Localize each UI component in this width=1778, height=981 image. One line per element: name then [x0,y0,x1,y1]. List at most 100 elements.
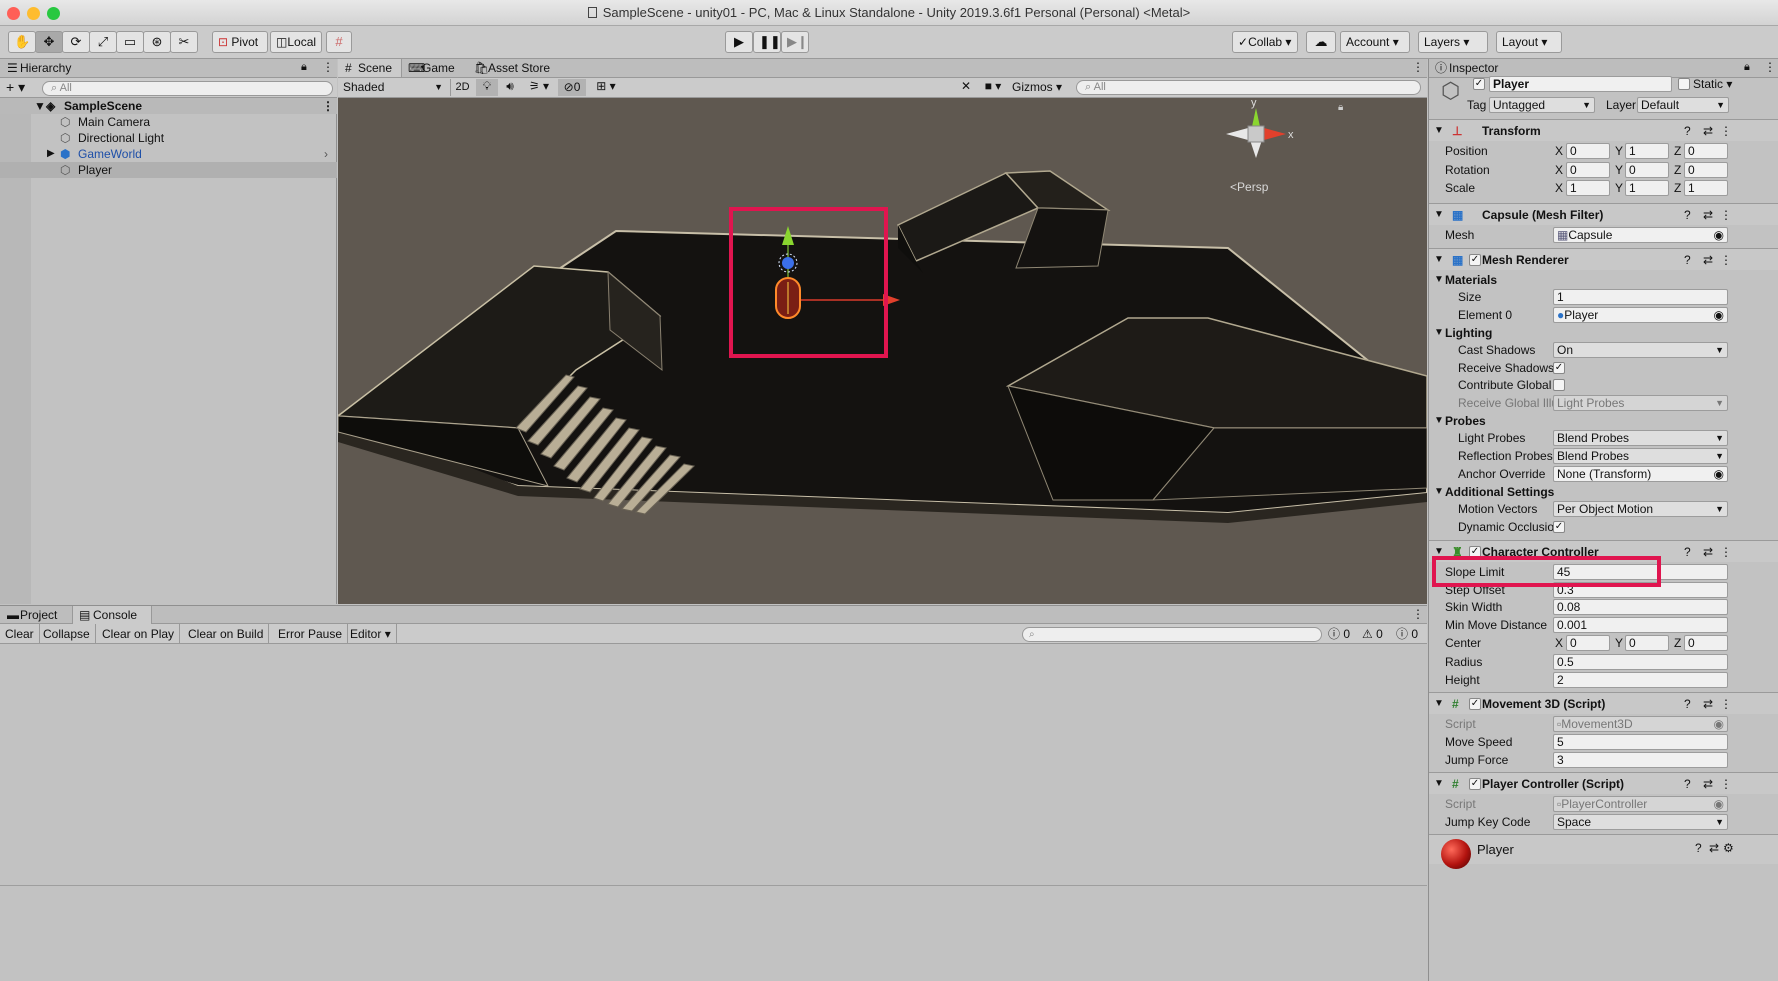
tag-dropdown[interactable]: Untagged ▼ [1489,97,1595,113]
contribute-gi-checkbox[interactable] [1553,379,1565,391]
material-preview-header[interactable]: Player ? ⇄ ⚙ [1429,834,1778,869]
log-count-toggle[interactable]: ⓘ 0 [1328,624,1358,644]
camera-dropdown[interactable]: ■ ▾ [979,79,1007,96]
help-icon[interactable]: ? [1684,541,1691,563]
component-menu-icon[interactable]: ⋮ [1720,773,1732,795]
component-menu-icon[interactable]: ⋮ [1720,693,1732,715]
snap-toggle[interactable]: # [326,31,352,53]
movement3d-enabled-checkbox[interactable]: ✓ [1469,698,1481,710]
element0-material-field[interactable]: ●Player ◉ [1553,307,1728,323]
mesh-renderer-enabled-checkbox[interactable]: ✓ [1469,254,1481,266]
create-add-icon[interactable]: + ▾ [6,79,25,96]
lighting-foldout[interactable]: ▼ Lighting [1429,324,1778,342]
panel-menu-icon[interactable]: ⋮ [322,60,334,74]
preset-icon[interactable]: ⇄ [1703,120,1713,142]
console-collapse-button[interactable]: Collapse [38,624,96,644]
hierarchy-item-gameworld[interactable]: ▶ ⬢ GameWorld › [0,146,337,162]
character-controller-component-header[interactable]: ▼ ♜ ✓ Character Controller ? ⇄ ⋮ [1429,540,1778,562]
console-clear-on-build-button[interactable]: Clear on Build [183,624,270,644]
play-button[interactable]: ▶ [725,31,753,53]
pause-button[interactable]: ❚❚ [753,31,781,53]
component-menu-icon[interactable]: ⋮ [1720,120,1732,142]
local-toggle[interactable]: ◫Local [270,31,322,53]
console-search-input[interactable]: ⌕ [1022,627,1322,642]
console-clear-on-play-button[interactable]: Clear on Play [97,624,181,644]
scale-z-field[interactable]: 1 [1684,180,1728,196]
settings-gear-icon[interactable]: ⚙ [1723,841,1734,855]
tab-console[interactable]: ▤ Console [72,606,152,624]
step-offset-field[interactable]: 0.3 [1553,582,1728,598]
component-menu-icon[interactable]: ⋮ [1720,249,1732,271]
lock-icon[interactable]: 🔒︎ [1744,61,1750,74]
rect-tool-button[interactable]: ▭ [116,31,144,53]
min-move-distance-field[interactable]: 0.001 [1553,617,1728,633]
console-error-pause-button[interactable]: Error Pause [273,624,349,644]
warning-count-toggle[interactable]: ⚠ 0 [1362,624,1392,644]
receive-shadows-checkbox[interactable]: ✓ [1553,362,1565,374]
hierarchy-item-directional-light[interactable]: ⬡ Directional Light [0,130,337,146]
tab-asset-store[interactable]: 🛍︎ Asset Store [468,59,558,77]
player-controller-enabled-checkbox[interactable]: ✓ [1469,778,1481,790]
transform-component-header[interactable]: ▼ ⊥ Transform ? ⇄ ⋮ [1429,119,1778,141]
materials-size-field[interactable]: 1 [1553,289,1728,305]
lighting-toggle[interactable]: 💡︎ [476,79,498,96]
custom-tool-button[interactable]: ✂ [170,31,198,53]
preset-icon[interactable]: ⇄ [1703,249,1713,271]
static-dropdown[interactable]: Static ▾ [1693,77,1732,91]
position-x-field[interactable]: 0 [1566,143,1610,159]
tab-hierarchy[interactable]: ☰ Hierarchy [0,59,71,77]
component-menu-icon[interactable]: ⋮ [1720,541,1732,563]
gizmo-lock-icon[interactable]: 🔒︎ [1338,102,1343,113]
close-window-button[interactable] [7,7,20,20]
hidden-objects-toggle[interactable]: ⊘0 [558,79,586,96]
hierarchy-search-input[interactable]: ⌕ All [42,81,333,96]
scale-tool-button[interactable]: ⤢ [89,31,117,53]
probes-foldout[interactable]: ▼ Probes [1429,412,1778,430]
light-probes-dropdown[interactable]: Blend Probes ▼ [1553,430,1728,446]
help-icon[interactable]: ? [1684,120,1691,142]
panel-menu-icon[interactable]: ⋮ [1412,60,1424,74]
help-icon[interactable]: ? [1695,841,1702,855]
movement3d-component-header[interactable]: ▼ # ✓ Movement 3D (Script) ? ⇄ ⋮ [1429,692,1778,714]
rotate-tool-button[interactable]: ⟳ [62,31,90,53]
rotation-y-field[interactable]: 0 [1625,162,1669,178]
console-editor-dropdown[interactable]: Editor ▾ [345,624,397,644]
scene-viewport[interactable]: y x 🔒︎ <Persp [338,98,1427,604]
panel-menu-icon[interactable]: ⋮ [1412,607,1424,621]
collab-dropdown[interactable]: ✓Collab ▾ [1232,31,1298,53]
maximize-window-button[interactable] [47,7,60,20]
audio-toggle[interactable]: 🔊︎ [499,79,521,96]
minimize-window-button[interactable] [27,7,40,20]
motion-vectors-dropdown[interactable]: Per Object Motion ▼ [1553,501,1728,517]
object-picker-icon[interactable]: ◉ [1714,308,1724,322]
shading-mode-dropdown[interactable]: Shaded ▼ [340,79,446,96]
mesh-object-field[interactable]: ▦Capsule ◉ [1553,227,1728,243]
radius-field[interactable]: 0.5 [1553,654,1728,670]
orientation-gizmo[interactable] [1226,108,1286,158]
skin-width-field[interactable]: 0.08 [1553,599,1728,615]
object-picker-icon[interactable]: ◉ [1714,228,1724,242]
hierarchy-item-main-camera[interactable]: ⬡ Main Camera [0,114,337,130]
account-dropdown[interactable]: Account ▾ [1340,31,1410,53]
rotation-x-field[interactable]: 0 [1566,162,1610,178]
jump-key-code-dropdown[interactable]: Space ▼ [1553,814,1728,830]
position-y-field[interactable]: 1 [1625,143,1669,159]
error-count-toggle[interactable]: ⓘ 0 [1396,624,1426,644]
jump-force-field[interactable]: 3 [1553,752,1728,768]
center-y-field[interactable]: 0 [1625,635,1669,651]
tab-inspector[interactable]: ⓘ Inspector [1429,59,1519,77]
static-checkbox[interactable] [1678,78,1690,90]
cloud-button[interactable]: ☁ [1306,31,1336,53]
help-icon[interactable]: ? [1684,249,1691,271]
scale-y-field[interactable]: 1 [1625,180,1669,196]
grid-snap-dropdown[interactable]: ⊞ ▾ [590,79,622,96]
center-x-field[interactable]: 0 [1566,635,1610,651]
pivot-toggle[interactable]: ⊡ Pivot [212,31,268,53]
preset-icon[interactable]: ⇄ [1703,204,1713,226]
component-menu-icon[interactable]: ⋮ [1720,204,1732,226]
object-name-field[interactable]: Player [1489,76,1672,92]
scene-root-row[interactable]: ▼ ◈ SampleScene ⋮ [0,98,337,114]
effects-dropdown[interactable]: ⚞ ▾ [522,79,556,96]
console-clear-button[interactable]: Clear [0,624,40,644]
tab-scene[interactable]: # Scene [338,59,402,77]
